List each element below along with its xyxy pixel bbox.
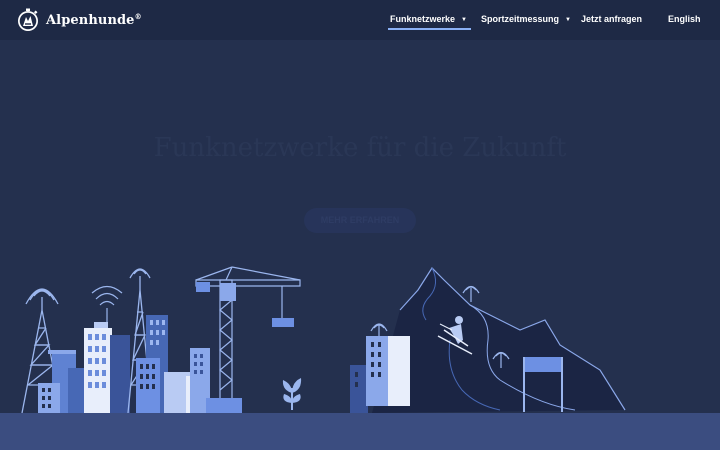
nav-item-funknetzwerke[interactable]: Funknetzwerke ▼ bbox=[388, 13, 471, 30]
nav-item-label: Jetzt anfragen bbox=[581, 14, 643, 24]
nav-item-english[interactable]: English bbox=[668, 13, 701, 29]
nav-item-label: Funknetzwerke bbox=[390, 14, 456, 24]
crane-icon bbox=[195, 266, 301, 400]
ground-strip bbox=[0, 413, 720, 450]
mountain-illustration bbox=[350, 267, 626, 413]
chevron-down-icon: ▼ bbox=[461, 17, 467, 23]
brand-name: Alpenhunde® bbox=[46, 11, 142, 28]
nav-item-label: Sportzeitmessung bbox=[481, 14, 560, 24]
city-illustration bbox=[21, 266, 302, 414]
hero-illustration bbox=[21, 266, 626, 414]
chevron-down-icon: ▼ bbox=[565, 17, 571, 23]
top-navigation: Alpenhunde® Funknetzwerke ▼ Sportzeitmess… bbox=[0, 0, 720, 40]
nav-item-sportzeitmessung[interactable]: Sportzeitmessung ▼ bbox=[481, 13, 571, 29]
nav-item-jetzt-anfragen[interactable]: Jetzt anfragen bbox=[581, 13, 642, 29]
hero-cta-button[interactable]: MEHR ERFAHREN bbox=[304, 208, 416, 233]
nav-item-label: English bbox=[668, 14, 701, 24]
brand-logo-link[interactable]: Alpenhunde® bbox=[16, 7, 142, 33]
hero-title: Funknetzwerke für die Zukunft bbox=[153, 133, 567, 163]
plant-icon bbox=[282, 378, 302, 410]
clock-dog-logo-icon bbox=[18, 8, 38, 31]
